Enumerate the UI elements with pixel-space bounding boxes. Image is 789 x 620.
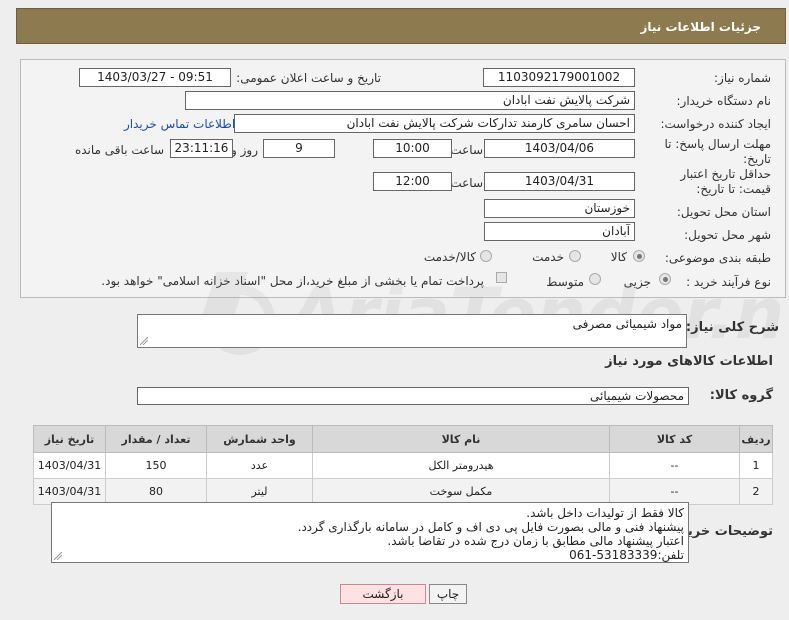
category-label: طبقه بندی موضوعی:	[664, 251, 771, 265]
back-button[interactable]: بازگشت	[340, 584, 426, 604]
validity-label: حداقل تاریخ اعتبار قیمت: تا تاریخ:	[680, 167, 771, 196]
notes-line: اعتبار پیشنهاد مالی مطابق با زمان درج شد…	[387, 534, 684, 548]
creator-field[interactable]: احسان سامری کارمند تدارکات شرکت پالایش ن…	[234, 114, 635, 133]
validity-time-field[interactable]: 12:00	[373, 172, 452, 191]
table-row[interactable]: 2 -- مکمل سوخت لیتر 80 1403/04/31	[33, 478, 773, 505]
col-qty: تعداد / مقدار	[105, 425, 207, 453]
goods-section-title: اطلاعات کالاهای مورد نیاز	[605, 354, 773, 369]
days-remaining-field[interactable]: 9	[263, 139, 335, 158]
process-option-medium: متوسط	[546, 275, 584, 289]
page-header: جزئیات اطلاعات نیاز	[16, 8, 786, 44]
table-header-row: ردیف کد کالا نام کالا واحد شمارش تعداد /…	[33, 425, 773, 453]
cell-unit: عدد	[206, 452, 313, 479]
cell-date: 1403/04/31	[33, 478, 106, 505]
notes-line: پیشنهاد فنی و مالی بصورت فایل پی دی اف و…	[297, 520, 684, 534]
need-number-label: شماره نیاز:	[714, 71, 771, 85]
creator-label: ایجاد کننده درخواست:	[660, 117, 771, 131]
resize-grip-icon[interactable]	[140, 337, 148, 345]
table-row[interactable]: 1 -- هیدرومتر الکل عدد 150 1403/04/31	[33, 452, 773, 479]
goods-table: ردیف کد کالا نام کالا واحد شمارش تعداد /…	[33, 425, 773, 505]
buyer-notes-field[interactable]: کالا فقط از تولیدات داخل باشد. پیشنهاد ف…	[51, 502, 689, 563]
summary-value: مواد شیمیائی مصرفی	[572, 317, 682, 331]
cell-row: 2	[739, 478, 773, 505]
goods-group-field[interactable]: محصولات شیمیائی	[137, 387, 689, 405]
process-option-minor: جزیی	[623, 275, 651, 289]
days-label: روز و	[231, 143, 258, 157]
page-title: جزئیات اطلاعات نیاز	[640, 20, 761, 34]
province-label: استان محل تحویل:	[676, 205, 771, 219]
cell-name: مکمل سوخت	[312, 478, 610, 505]
announce-date-field[interactable]: 1403/03/27 - 09:51	[79, 68, 231, 87]
print-button[interactable]: چاپ	[429, 584, 467, 604]
col-code: کد کالا	[609, 425, 740, 453]
notes-line: کالا فقط از تولیدات داخل باشد.	[526, 506, 684, 520]
deadline-time-label: ساعت	[450, 143, 483, 157]
deadline-time-field[interactable]: 10:00	[373, 139, 452, 158]
col-name: نام کالا	[312, 425, 610, 453]
category-radio-service[interactable]	[569, 250, 581, 262]
buyer-field[interactable]: شرکت پالایش نفت ابادان	[185, 91, 635, 110]
col-date: تاریخ نیاز	[33, 425, 106, 453]
city-label: شهر محل تحویل:	[684, 228, 771, 242]
col-row: ردیف	[739, 425, 773, 453]
resize-grip-icon[interactable]	[54, 552, 62, 560]
treasury-payment-checkbox[interactable]	[496, 272, 507, 283]
notes-line: تلفن:53183339-061	[569, 548, 684, 562]
cell-date: 1403/04/31	[33, 452, 106, 479]
validity-time-label: ساعت	[450, 176, 483, 190]
category-radio-goods[interactable]	[633, 250, 645, 262]
process-radio-medium[interactable]	[589, 273, 601, 285]
category-option-service: خدمت	[532, 250, 564, 264]
remaining-time-field[interactable]: 23:11:16	[170, 139, 233, 158]
cell-name: هیدرومتر الکل	[312, 452, 610, 479]
category-option-goods: کالا	[610, 250, 627, 264]
validity-date-field[interactable]: 1403/04/31	[484, 172, 635, 191]
cell-qty: 150	[105, 452, 207, 479]
process-label: نوع فرآیند خرید :	[686, 275, 771, 289]
city-field[interactable]: آبادان	[484, 222, 635, 241]
province-field[interactable]: خوزستان	[484, 199, 635, 218]
deadline-date-field[interactable]: 1403/04/06	[484, 139, 635, 158]
summary-label: شرح کلی نیاز:	[685, 320, 779, 335]
treasury-payment-note: پرداخت تمام یا بخشی از مبلغ خرید،از محل …	[101, 274, 484, 288]
cell-code: --	[609, 478, 740, 505]
category-radio-both[interactable]	[480, 250, 492, 262]
buyer-label: نام دستگاه خریدار:	[676, 94, 772, 108]
goods-group-label: گروه کالا:	[709, 388, 773, 403]
need-number-field[interactable]: 1103092179001002	[483, 68, 635, 87]
buyer-contact-link[interactable]: اطلاعات تماس خریدار	[124, 117, 235, 131]
category-option-both: کالا/خدمت	[423, 250, 476, 264]
deadline-label: مهلت ارسال پاسخ: تا تاریخ:	[664, 137, 771, 166]
remaining-time-label: ساعت باقی مانده	[74, 143, 164, 157]
cell-unit: لیتر	[206, 478, 313, 505]
cell-code: --	[609, 452, 740, 479]
cell-qty: 80	[105, 478, 207, 505]
process-radio-minor[interactable]	[659, 273, 671, 285]
summary-field[interactable]: مواد شیمیائی مصرفی	[137, 314, 687, 348]
col-unit: واحد شمارش	[206, 425, 313, 453]
announce-date-label: تاریخ و ساعت اعلان عمومی:	[236, 71, 381, 85]
cell-row: 1	[739, 452, 773, 479]
